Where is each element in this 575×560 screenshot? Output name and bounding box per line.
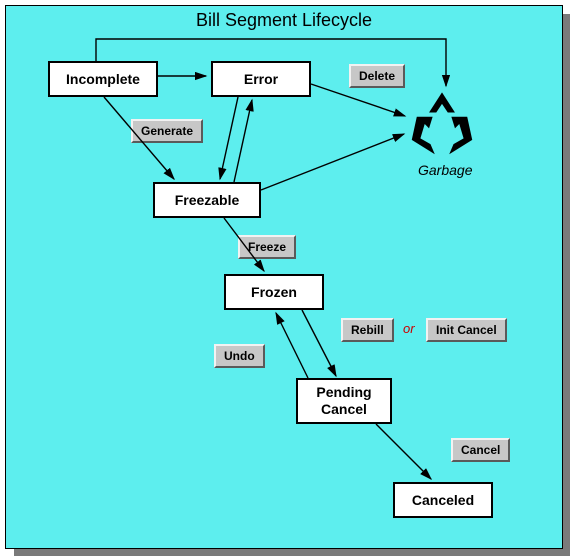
freeze-button[interactable]: Freeze [238,235,296,259]
cancel-button[interactable]: Cancel [451,438,510,462]
rebill-button[interactable]: Rebill [341,318,394,342]
state-canceled: Canceled [393,482,493,518]
state-incomplete: Incomplete [48,61,158,97]
diagram-canvas: Bill Segment Lifecycle Incomplete Error … [0,0,575,560]
diagram-title: Bill Segment Lifecycle [6,10,562,31]
or-label: or [403,321,415,336]
undo-button[interactable]: Undo [214,344,265,368]
state-freezable: Freezable [153,182,261,218]
garbage-label: Garbage [418,162,472,178]
state-frozen: Frozen [224,274,324,310]
init-cancel-button[interactable]: Init Cancel [426,318,507,342]
main-panel: Bill Segment Lifecycle Incomplete Error … [5,5,563,549]
state-pending-cancel: Pending Cancel [296,378,392,424]
garbage-icon [406,88,478,160]
state-error: Error [211,61,311,97]
generate-button[interactable]: Generate [131,119,203,143]
delete-button[interactable]: Delete [349,64,405,88]
